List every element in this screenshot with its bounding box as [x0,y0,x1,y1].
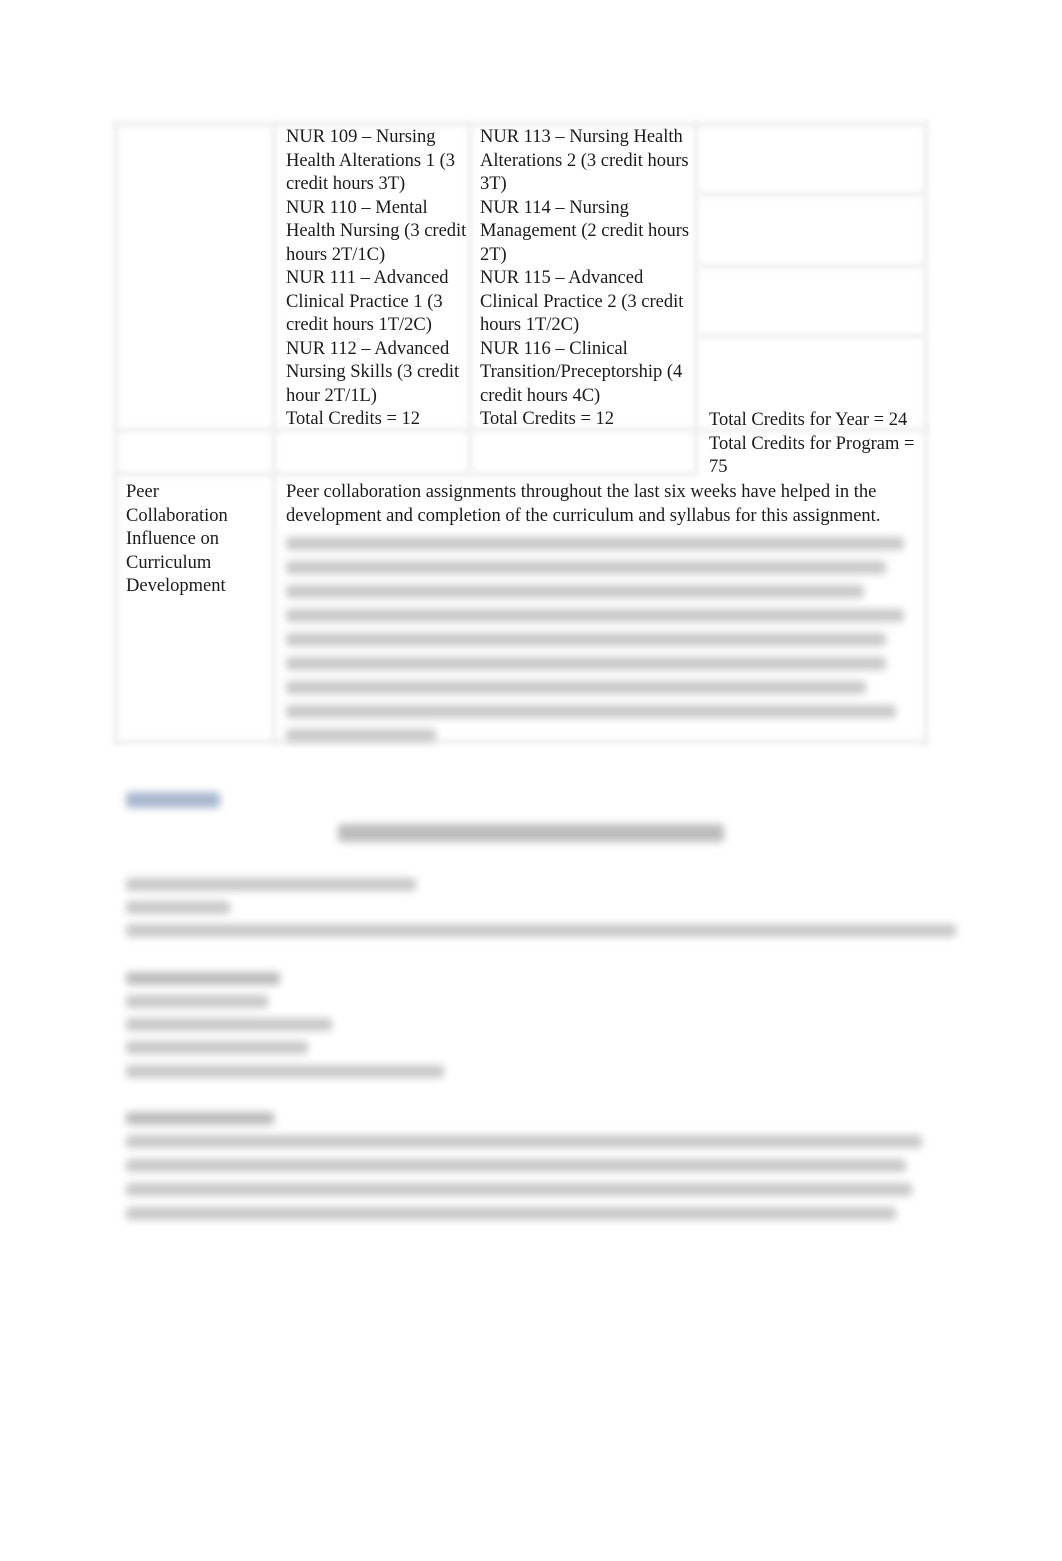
course-entry: NUR 111 – Advanced Clinical Practice 1 (… [286,268,449,335]
course-entry: NUR 110 – Mental Health Nursing (3 credi… [286,197,467,265]
blurred-heading [338,824,724,842]
row-divider [698,192,924,196]
table-border-left [114,122,118,744]
semester2-column: NUR 113 – Nursing Health Alterations 2 (… [480,126,696,432]
course-entry: NUR 116 – Clinical Transition/Preceptors… [480,338,683,406]
row-divider [698,264,924,268]
blurred-line [286,561,886,574]
blurred-line [126,1159,906,1172]
blurred-line [126,1183,912,1196]
course-entry: NUR 115 – Advanced Clinical Practice 2 (… [480,268,684,335]
curriculum-table: NUR 109 – Nursing Health Alterations 1 (… [114,122,928,744]
blurred-line [126,1112,274,1125]
blurred-syllabus-link [126,792,220,808]
blurred-line [286,633,886,646]
blurred-line [126,1041,308,1054]
blurred-line [286,657,886,670]
blurred-line [126,878,416,891]
course-entry: NUR 113 – Nursing Health Alterations 2 (… [480,127,689,194]
peer-text: Peer collaboration assignments throughou… [286,482,881,526]
peer-label: Peer Collaboration Influence on Curricul… [126,482,228,596]
blurred-line [126,1207,896,1220]
blurred-line [126,1065,444,1078]
semester1-total: Total Credits = 12 [286,409,420,429]
blurred-line [126,1135,922,1148]
year-totals: Total Credits for Year = 24 Total Credit… [709,409,919,480]
blurred-line [286,729,436,742]
program-total: Total Credits for Program = 75 [709,433,915,478]
blurred-syllabus-section [126,790,966,1230]
row-divider [698,334,924,338]
blurred-line [286,585,864,598]
blurred-line [286,681,866,694]
blurred-line [286,705,896,718]
blurred-line [126,1018,332,1031]
blurred-line [126,924,956,937]
course-entry: NUR 112 – Advanced Nursing Skills (3 cre… [286,338,460,406]
course-entry: NUR 109 – Nursing Health Alterations 1 (… [286,127,456,194]
blurred-line [286,609,904,622]
blurred-line [126,972,280,985]
year-total: Total Credits for Year = 24 [709,410,908,430]
semester2-total: Total Credits = 12 [480,409,614,429]
row-divider [114,472,698,476]
course-entry: NUR 114 – Nursing Management (2 credit h… [480,197,690,265]
blurred-line [286,537,904,550]
blurred-paragraph [286,532,926,742]
semester1-column: NUR 109 – Nursing Health Alterations 1 (… [286,126,476,432]
blurred-line [126,901,230,914]
blurred-line [126,995,268,1008]
column-divider [272,122,276,744]
